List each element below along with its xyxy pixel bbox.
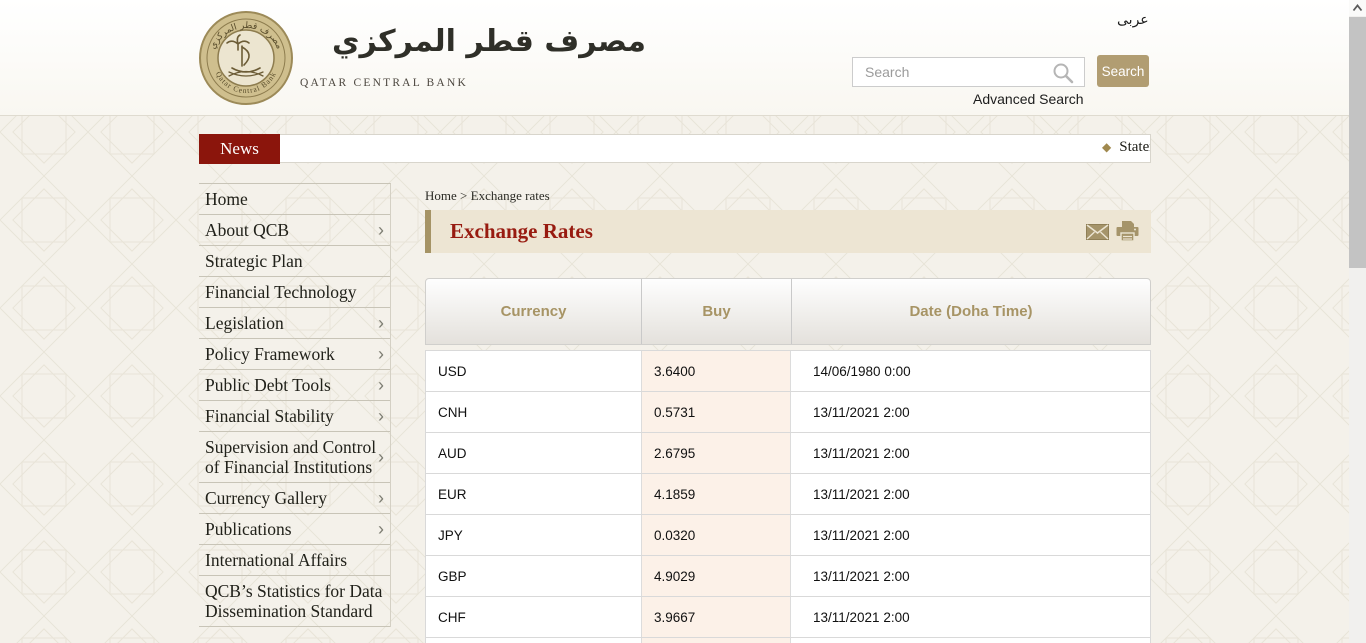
- date-cell: 13/11/2021 2:00: [791, 474, 1150, 514]
- sidebar-item-label: Policy Framework: [205, 344, 378, 364]
- sidebar-item-label: Strategic Plan: [205, 251, 388, 271]
- buy-cell: 0.5731: [641, 392, 791, 432]
- sidebar-item-publications[interactable]: Publications ›: [199, 514, 390, 545]
- buy-cell: [641, 638, 791, 643]
- sidebar-item-label: Currency Gallery: [205, 488, 378, 508]
- sidebar-item-label: Supervision and Control of Financial Ins…: [205, 437, 378, 477]
- table-row: GBP 4.9029 13/11/2021 2:00: [426, 556, 1150, 597]
- diamond-bullet-icon: ◆: [1102, 140, 1111, 154]
- currency-cell: USD: [426, 351, 641, 391]
- sidebar-item-supervision[interactable]: Supervision and Control of Financial Ins…: [199, 432, 390, 483]
- sidebar-item-qcb-statistics[interactable]: QCB’s Statistics for Data Dissemination …: [199, 576, 390, 627]
- news-ticker-text: Statement: [1119, 139, 1151, 155]
- print-icon[interactable]: [1116, 221, 1139, 242]
- sidebar-item-label: Financial Technology: [205, 282, 388, 302]
- page-title-bar: Exchange Rates: [425, 210, 1151, 253]
- table-row: USD 3.6400 14/06/1980 0:00: [426, 351, 1150, 392]
- exchange-rates-table: Currency Buy Date (Doha Time) USD 3.6400…: [425, 278, 1151, 643]
- currency-cell: CNH: [426, 392, 641, 432]
- logo-calligraphy: مصرف قطر المركزي: [332, 24, 646, 59]
- buy-cell: 2.6795: [641, 433, 791, 473]
- date-cell: 13/11/2021 2:00: [791, 515, 1150, 555]
- chevron-right-icon: ›: [378, 314, 388, 332]
- chevron-right-icon: ›: [378, 448, 388, 466]
- sidebar-item-label: Home: [205, 189, 388, 209]
- bank-name-text: QATAR CENTRAL BANK: [300, 77, 468, 89]
- sidebar-item-label: Public Debt Tools: [205, 375, 378, 395]
- date-cell: 14/06/1980 0:00: [791, 351, 1150, 391]
- sidebar-item-label: Legislation: [205, 313, 378, 333]
- buy-cell: 0.0320: [641, 515, 791, 555]
- breadcrumb-separator: >: [460, 188, 467, 203]
- date-cell: 13/11/2021 2:00: [791, 556, 1150, 596]
- currency-cell: EUR: [426, 474, 641, 514]
- table-row: CHF 3.9667 13/11/2021 2:00: [426, 597, 1150, 638]
- page-title: Exchange Rates: [431, 219, 593, 244]
- chevron-up-icon: [1352, 4, 1363, 12]
- sidebar-item-international-affairs[interactable]: International Affairs: [199, 545, 390, 576]
- news-tab[interactable]: News: [199, 134, 280, 164]
- advanced-search-link[interactable]: Advanced Search: [973, 91, 1085, 107]
- chevron-right-icon: ›: [378, 407, 388, 425]
- table-row: JPY 0.0320 13/11/2021 2:00: [426, 515, 1150, 556]
- buy-cell: 4.1859: [641, 474, 791, 514]
- column-header-buy: Buy: [641, 279, 791, 344]
- sidebar-item-legislation[interactable]: Legislation ›: [199, 308, 390, 339]
- sidebar-item-home[interactable]: Home: [199, 184, 390, 215]
- currency-cell: GBP: [426, 556, 641, 596]
- sidebar-item-financial-technology[interactable]: Financial Technology: [199, 277, 390, 308]
- sidebar-item-label: Publications: [205, 519, 378, 539]
- scroll-up-button[interactable]: [1349, 0, 1366, 16]
- chevron-right-icon: ›: [378, 520, 388, 538]
- search-button[interactable]: Search: [1097, 55, 1149, 87]
- chevron-right-icon: ›: [378, 376, 388, 394]
- page-root: مصرف قطر المركزي Qatar Central Bank مصرف…: [0, 0, 1366, 643]
- table-row-partial: [426, 638, 1150, 643]
- table-row: CNH 0.5731 13/11/2021 2:00: [426, 392, 1150, 433]
- buy-cell: 4.9029: [641, 556, 791, 596]
- scrollbar-thumb[interactable]: [1349, 17, 1366, 268]
- sidebar-item-policy-framework[interactable]: Policy Framework ›: [199, 339, 390, 370]
- sidebar-item-label: QCB’s Statistics for Data Dissemination …: [205, 581, 388, 621]
- sidebar-item-label: Financial Stability: [205, 406, 378, 426]
- sidebar-item-about-qcb[interactable]: About QCB ›: [199, 215, 390, 246]
- currency-cell: AUD: [426, 433, 641, 473]
- date-cell: 13/11/2021 2:00: [791, 597, 1150, 637]
- sidebar-nav: Home About QCB › Strategic Plan Financia…: [199, 183, 391, 627]
- search-input[interactable]: [852, 57, 1085, 87]
- chevron-right-icon: ›: [378, 345, 388, 363]
- table-header-row: Currency Buy Date (Doha Time): [425, 278, 1151, 345]
- chevron-right-icon: ›: [378, 221, 388, 239]
- table-row: EUR 4.1859 13/11/2021 2:00: [426, 474, 1150, 515]
- column-header-currency: Currency: [426, 279, 641, 344]
- date-cell: 13/11/2021 2:00: [791, 433, 1150, 473]
- buy-cell: 3.6400: [641, 351, 791, 391]
- currency-cell: JPY: [426, 515, 641, 555]
- scrollbar[interactable]: [1349, 0, 1366, 643]
- date-cell: 13/11/2021 2:00: [791, 392, 1150, 432]
- sidebar-item-label: International Affairs: [205, 550, 388, 570]
- date-cell: [791, 638, 1150, 643]
- table-body: USD 3.6400 14/06/1980 0:00 CNH 0.5731 13…: [425, 350, 1151, 643]
- sidebar-item-financial-stability[interactable]: Financial Stability ›: [199, 401, 390, 432]
- buy-cell: 3.9667: [641, 597, 791, 637]
- chevron-right-icon: ›: [378, 489, 388, 507]
- news-ticker: ◆ Statement: [280, 134, 1151, 163]
- breadcrumb: Home > Exchange rates: [425, 188, 550, 204]
- breadcrumb-home-link[interactable]: Home: [425, 188, 457, 203]
- news-ticker-item[interactable]: ◆ Statement: [1102, 139, 1151, 156]
- breadcrumb-current: Exchange rates: [471, 188, 550, 203]
- sidebar-item-public-debt-tools[interactable]: Public Debt Tools ›: [199, 370, 390, 401]
- currency-cell: [426, 638, 641, 643]
- email-icon[interactable]: [1086, 224, 1109, 240]
- header: مصرف قطر المركزي Qatar Central Bank مصرف…: [0, 0, 1366, 116]
- table-row: AUD 2.6795 13/11/2021 2:00: [426, 433, 1150, 474]
- sidebar-item-label: About QCB: [205, 220, 378, 240]
- sidebar-item-currency-gallery[interactable]: Currency Gallery ›: [199, 483, 390, 514]
- arabic-language-link[interactable]: عربى: [1117, 12, 1149, 28]
- sidebar-item-strategic-plan[interactable]: Strategic Plan: [199, 246, 390, 277]
- currency-cell: CHF: [426, 597, 641, 637]
- qcb-seal-logo[interactable]: مصرف قطر المركزي Qatar Central Bank: [198, 10, 294, 106]
- column-header-date: Date (Doha Time): [791, 279, 1150, 344]
